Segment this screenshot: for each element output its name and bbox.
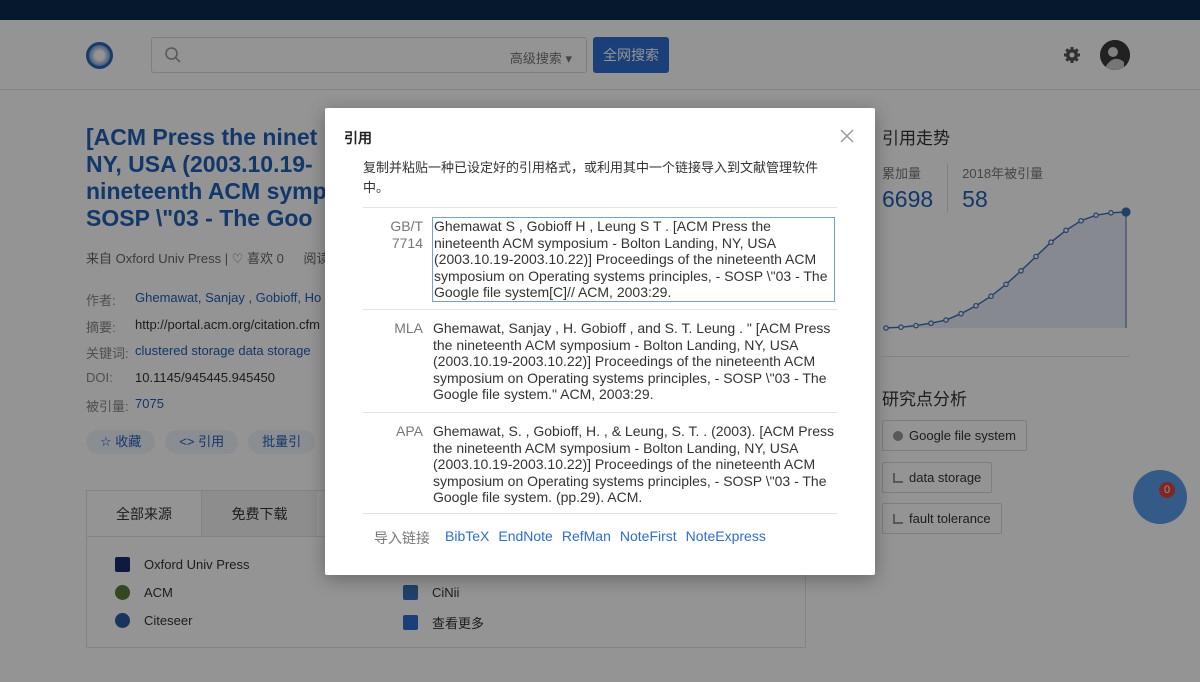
import-link-noteexpress[interactable]: NoteExpress	[686, 528, 766, 548]
label-line: GB/T	[390, 218, 423, 234]
citation-line: Ghemawat, S. , Gobioff, H. , & Leung, S.…	[433, 423, 834, 439]
import-link-notefirst[interactable]: NoteFirst	[620, 528, 677, 548]
citation-line: symposium on Operating systems principle…	[433, 369, 827, 386]
citation-text[interactable]: Ghemawat S , Gobioff H , Leung S T . [AC…	[432, 217, 835, 302]
import-links-row: 导入链接 BibTeX EndNote RefMan NoteFirst Not…	[363, 513, 837, 548]
citation-mla: MLA Ghemawat, Sanjay , H. Gobioff , and …	[363, 309, 837, 412]
label-line: MLA	[394, 320, 423, 336]
citation-line: Google file system." ACM, 2003:29.	[433, 386, 654, 402]
cite-modal: 引用 复制并粘贴一种已设定好的引用格式，或利用其中一个链接导入到文献管理软件中。…	[325, 108, 875, 575]
citation-apa: APA Ghemawat, S. , Gobioff, H. , & Leung…	[363, 412, 837, 513]
citation-line: symposium on Operating systems principle…	[434, 267, 828, 284]
import-label: 导入链接	[374, 530, 430, 546]
citation-line: (2003.10.19-2003.10.22)] Proceedings of …	[433, 353, 816, 369]
citation-line: (2003.10.19-2003.10.22)] Proceedings of …	[434, 251, 817, 267]
import-link-endnote[interactable]: EndNote	[498, 528, 552, 548]
citation-line: nineteenth ACM symposium - Bolton Landin…	[434, 234, 777, 251]
citation-text[interactable]: Ghemawat, Sanjay , H. Gobioff , and S. T…	[433, 320, 835, 403]
modal-title: 引用	[344, 130, 372, 146]
citation-gbt: GB/T 7714 Ghemawat S , Gobioff H , Leung…	[363, 207, 837, 309]
citation-line: Ghemawat S , Gobioff H , Leung S T . [AC…	[434, 218, 771, 234]
citation-format-label: GB/T 7714	[363, 218, 423, 251]
modal-description: 复制并粘贴一种已设定好的引用格式，或利用其中一个链接导入到文献管理软件中。	[363, 160, 819, 195]
citation-line: Ghemawat, Sanjay , H. Gobioff , and S. T…	[433, 320, 831, 336]
import-link-refman[interactable]: RefMan	[562, 528, 611, 548]
import-link-bibtex[interactable]: BibTeX	[445, 528, 489, 548]
citation-format-label: APA	[363, 423, 423, 440]
citation-text[interactable]: Ghemawat, S. , Gobioff, H. , & Leung, S.…	[433, 423, 835, 506]
citation-line: the nineteenth ACM symposium - Bolton La…	[433, 439, 799, 456]
citation-format-label: MLA	[363, 320, 423, 337]
label-line: APA	[396, 423, 423, 439]
label-line: 7714	[391, 234, 423, 251]
citation-line: Google file system[C]// ACM, 2003:29.	[434, 284, 672, 300]
citation-line: symposium on Operating systems principle…	[433, 472, 827, 489]
citation-line: Google file system. (pp.29). ACM.	[433, 489, 643, 505]
close-icon[interactable]	[839, 128, 855, 144]
citation-line: (2003.10.19-2003.10.22)] Proceedings of …	[433, 456, 816, 472]
citation-line: the nineteenth ACM symposium - Bolton La…	[433, 336, 799, 353]
